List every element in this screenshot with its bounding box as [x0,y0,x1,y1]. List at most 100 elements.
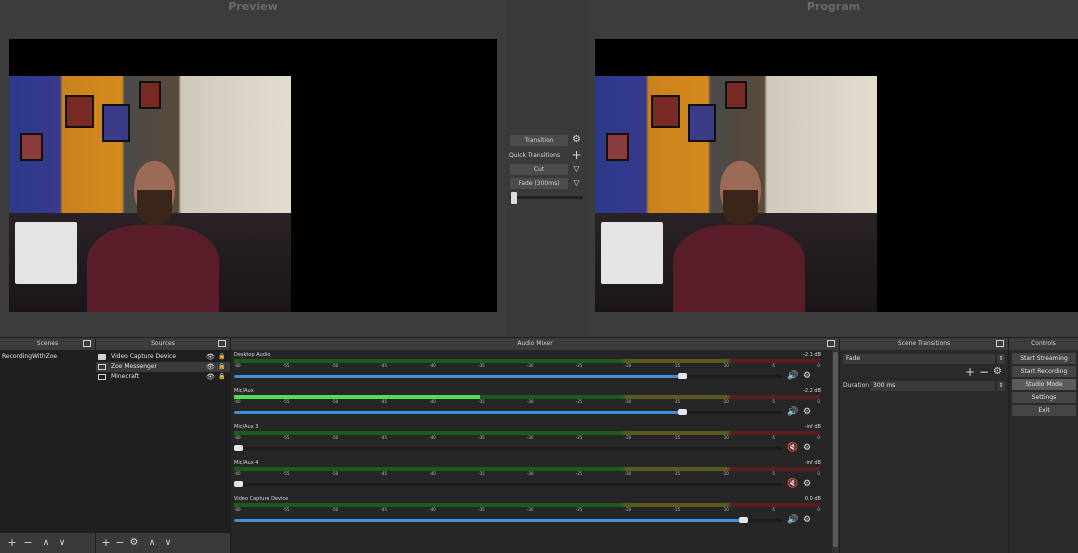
cut-button[interactable]: Cut [510,164,568,175]
channel-settings-gear-icon[interactable]: ⚙ [803,516,811,525]
channel-settings-gear-icon[interactable]: ⚙ [803,408,811,417]
volume-slider[interactable] [234,481,782,487]
quick-transitions-label: Quick Transitions [509,152,561,159]
volume-slider[interactable] [234,445,782,451]
transition-panel: Transition ⚙ Quick Transitions + Cut ▽ F… [506,0,589,337]
channel-name: Mic/Aux [234,388,254,394]
fade-button[interactable]: Fade (300ms) [510,178,568,189]
move-scene-up-icon[interactable]: ∧ [40,537,52,549]
exit-button[interactable]: Exit [1012,405,1076,416]
lock-icon[interactable]: 🔒 [218,362,225,372]
remove-transition-icon[interactable]: − [979,366,989,378]
visibility-eye-icon[interactable]: 👁 [206,362,215,372]
duration-label: Duration [843,382,870,389]
preview-canvas[interactable] [9,39,497,312]
transition-properties-gear-icon[interactable]: ⚙ [993,367,1002,377]
mixer-scrollbar[interactable] [832,350,839,553]
scene-transitions-body: Fade ⇕ + − ⚙ Duration 300 ms ⇕ [840,350,1008,553]
muted-speaker-icon[interactable]: 🔇 [787,480,798,489]
lock-icon[interactable]: 🔒 [218,372,225,382]
window-icon [98,364,106,370]
volume-slider-handle[interactable] [234,445,243,451]
meter-tick-label: -5 [771,471,776,476]
muted-speaker-icon[interactable]: 🔇 [787,444,798,453]
audio-mixer-float-icon[interactable] [827,340,835,347]
source-item[interactable]: Video Capture Device 👁 🔒 [96,352,230,362]
meter-tick-label: -30 [526,507,534,512]
meter-scale: -60 -55 -50 -45 -40 -35 -30 -25 -20 -15 -10 -5 0 [234,363,820,369]
speaker-icon[interactable]: 🔊 [787,372,798,381]
transition-button[interactable]: Transition [510,135,568,146]
scenes-float-icon[interactable] [83,340,91,347]
transition-select[interactable]: Fade [843,354,995,364]
meter-tick-label: -10 [722,435,729,440]
meter-tick-label: -35 [478,435,485,440]
sources-title: Sources [151,340,175,347]
scene-transitions-float-icon[interactable] [996,340,1004,347]
start-streaming-button[interactable]: Start Streaming [1012,353,1076,364]
fade-chevron-down-icon[interactable]: ▽ [571,178,582,188]
meter-tick-label: -5 [771,435,776,440]
channel-settings-gear-icon[interactable]: ⚙ [803,480,811,489]
transition-select-arrows-icon[interactable]: ⇕ [997,354,1005,364]
meter-tick-label: -50 [331,435,339,440]
volume-slider[interactable] [234,409,782,415]
meter-tick-label: -20 [624,471,632,476]
add-source-icon[interactable]: + [100,537,112,549]
scene-item[interactable]: RecordingWithZoe [2,352,57,362]
audio-channel: Mic/Aux 3 -inf dB -60 -55 -50 -45 -40 -35 -30 -25… [231,424,825,458]
meter-tick-label: -10 [722,399,729,404]
scene-transitions-header: Scene Transitions [840,338,1008,350]
volume-slider-handle[interactable] [234,481,243,487]
meter-tick-label: -40 [429,435,436,440]
sources-dock: Sources Video Capture Device 👁 🔒 Zoe Mes… [96,338,230,553]
lock-icon[interactable]: 🔒 [218,352,225,362]
visibility-eye-icon[interactable]: 👁 [206,352,215,362]
move-source-up-icon[interactable]: ∧ [146,537,158,549]
speaker-icon[interactable]: 🔊 [787,408,798,417]
start-recording-button[interactable]: Start Recording [1012,366,1076,377]
t-bar-track[interactable] [510,196,583,199]
settings-button[interactable]: Settings [1012,392,1076,403]
meter-tick-label: -55 [282,399,290,404]
source-item[interactable]: Minecraft 👁 🔒 [96,372,230,382]
move-source-down-icon[interactable]: ∨ [162,537,174,549]
volume-slider-handle[interactable] [738,517,748,523]
meter-tick-label: -50 [331,399,339,404]
volume-slider-handle[interactable] [678,409,688,415]
meter-tick-label: -40 [429,507,436,512]
source-item[interactable]: Zoe Messenger 👁 🔒 [96,362,230,372]
duration-spinner-icon[interactable]: ⇕ [997,381,1005,391]
meter-tick-label: -45 [380,471,388,476]
studio-mode-area: Preview Transition ⚙ Quick Transitions +… [0,0,1078,337]
channel-db-readout: -2.1 dB [803,352,821,358]
meter-tick-label: -30 [526,399,534,404]
move-scene-down-icon[interactable]: ∨ [56,537,68,549]
controls-title: Controls [1031,340,1056,347]
volume-slider[interactable] [234,517,782,523]
volume-slider-handle[interactable] [678,373,688,379]
remove-source-icon[interactable]: − [114,537,126,549]
channel-settings-gear-icon[interactable]: ⚙ [803,372,811,381]
channel-name: Mic/Aux 4 [234,460,259,466]
transition-gear-icon[interactable]: ⚙ [571,135,582,145]
sources-float-icon[interactable] [218,340,226,347]
cut-chevron-down-icon[interactable]: ▽ [571,164,582,174]
meter-tick-label: -60 [234,399,241,404]
audio-mixer-dock: Audio Mixer Desktop Audio -2.1 dB -60 -55 -5… [231,338,839,553]
source-properties-gear-icon[interactable]: ⚙ [128,537,140,549]
add-scene-icon[interactable]: + [6,537,18,549]
remove-scene-icon[interactable]: − [22,537,34,549]
duration-input[interactable]: 300 ms [870,381,995,391]
t-bar-handle[interactable] [511,192,517,204]
volume-slider[interactable] [234,373,782,379]
speaker-icon[interactable]: 🔊 [787,516,798,525]
add-transition-icon[interactable]: + [965,366,975,378]
meter-tick-label: -60 [234,507,241,512]
visibility-eye-icon[interactable]: 👁 [206,372,215,382]
channel-settings-gear-icon[interactable]: ⚙ [803,444,811,453]
studio-mode-button[interactable]: Studio Mode [1012,379,1076,390]
add-quick-transition-icon[interactable]: + [571,149,582,161]
meter-tick-label: 0 [817,471,820,476]
meter-scale: -60 -55 -50 -45 -40 -35 -30 -25 -20 -15 -10 -5 0 [234,471,820,477]
